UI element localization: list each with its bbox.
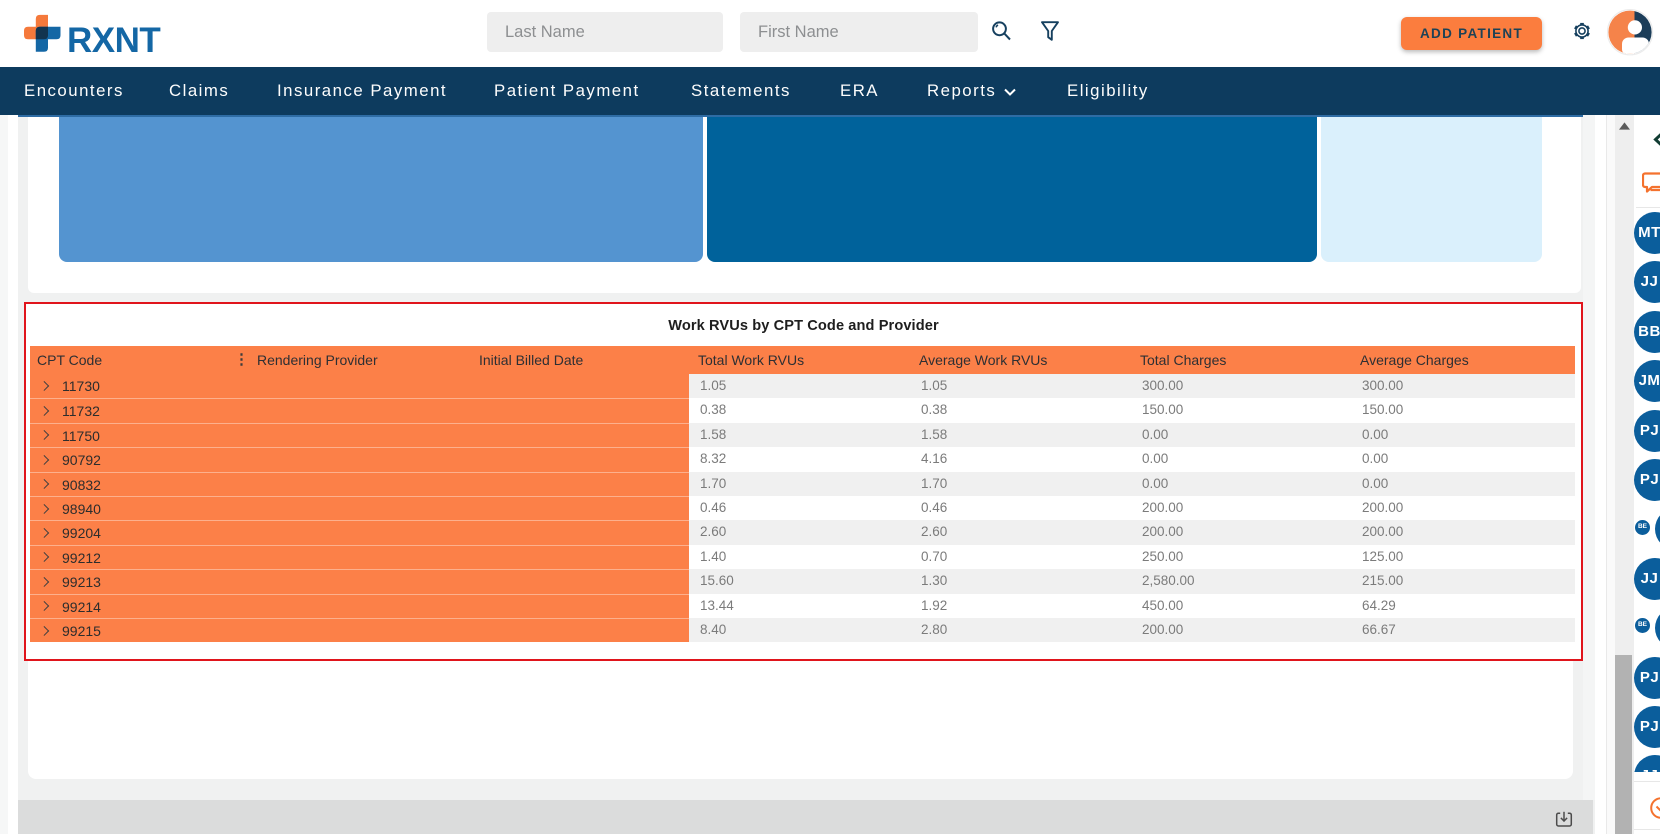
svg-text:RXNT: RXNT [67, 21, 160, 57]
